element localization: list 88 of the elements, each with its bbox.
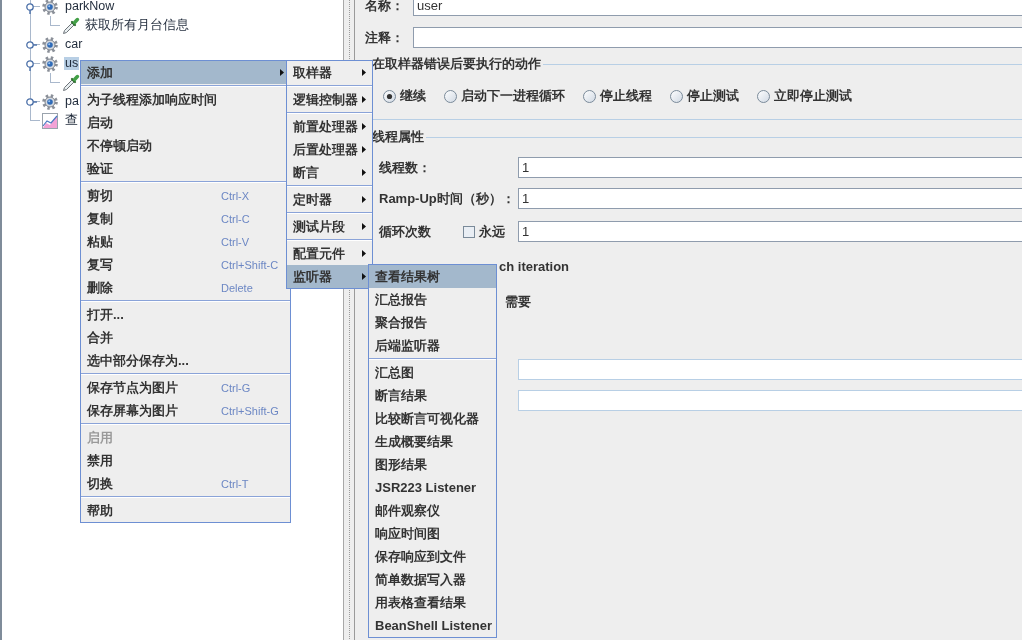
tree-node-label[interactable]: car	[64, 38, 84, 51]
menu-item[interactable]: 帮助	[81, 499, 290, 522]
radio-button[interactable]	[383, 89, 396, 103]
checkbox-label[interactable]: 永远	[479, 223, 505, 240]
radio-label[interactable]: 启动下一进程循环	[461, 88, 565, 104]
menu-item[interactable]: 删除 Delete	[81, 276, 290, 299]
menu-item[interactable]: 图形结果	[369, 453, 496, 476]
field-label: Ramp-Up时间（秒）：	[379, 190, 515, 207]
radio-label[interactable]: 停止测试	[687, 88, 739, 104]
menu-item[interactable]: 断言	[287, 161, 372, 184]
menu-item[interactable]: 前置处理器	[287, 115, 372, 138]
menu-item[interactable]: 测试片段	[287, 215, 372, 238]
menu-item[interactable]: 为子线程添加响应时间	[81, 88, 290, 111]
tree-node-label[interactable]: pa	[64, 95, 80, 108]
menu-item[interactable]: 切换 Ctrl-T	[81, 472, 290, 495]
menu-item[interactable]: 后置处理器	[287, 138, 372, 161]
option-label: 需要	[505, 294, 531, 310]
text-field[interactable]	[413, 27, 1022, 48]
expand-handle-icon[interactable]	[26, 40, 37, 52]
tree-node-label[interactable]: parkNow	[64, 0, 116, 13]
menu-item[interactable]: 聚合报告	[369, 311, 496, 334]
pipette-icon	[62, 16, 80, 35]
tree-node-label[interactable]: 获取所有月台信息	[84, 19, 190, 32]
menu-item[interactable]: 汇总图	[369, 361, 496, 384]
chart-icon	[42, 112, 58, 129]
menu-item[interactable]: 不停顿启动	[81, 134, 290, 157]
menu-item[interactable]: 禁用	[81, 449, 290, 472]
gear-icon	[42, 55, 58, 72]
menu-item[interactable]: 定时器	[287, 188, 372, 211]
menu-item[interactable]: 简单数据写入器	[369, 568, 496, 591]
menu-item[interactable]: 合并	[81, 326, 290, 349]
menu-item[interactable]: 复写 Ctrl+Shift-C	[81, 253, 290, 276]
menu-item[interactable]: 断言结果	[369, 384, 496, 407]
text-field[interactable]: user	[413, 0, 1022, 16]
menu-item[interactable]: 打开...	[81, 303, 290, 326]
shortcut-label: Ctrl-T	[221, 477, 249, 490]
menu-item[interactable]: 生成概要结果	[369, 430, 496, 453]
gear-icon	[42, 93, 58, 110]
menu-item[interactable]: 比较断言可视化器	[369, 407, 496, 430]
menu-item[interactable]: 邮件观察仪	[369, 499, 496, 522]
radio-button[interactable]	[444, 89, 457, 103]
menu-item[interactable]: 查看结果树	[369, 265, 496, 288]
expand-handle-icon[interactable]	[26, 59, 37, 71]
menu-item[interactable]: 逻辑控制器	[287, 88, 372, 111]
menu-item[interactable]: 用表格查看结果	[369, 591, 496, 614]
shortcut-label: Ctrl-C	[221, 212, 250, 225]
expand-handle-icon[interactable]	[26, 97, 37, 109]
menu-item[interactable]: 启动	[81, 111, 290, 134]
shortcut-label: Ctrl-X	[221, 189, 250, 202]
field-label: 注释：	[365, 29, 404, 46]
shortcut-label: Delete	[221, 281, 253, 294]
option-label: ch iteration	[499, 259, 570, 275]
radio-button[interactable]	[757, 89, 770, 103]
menu-item[interactable]: 选中部分保存为...	[81, 349, 290, 372]
shortcut-label: Ctrl-V	[221, 235, 250, 248]
menu-item[interactable]: 汇总报告	[369, 288, 496, 311]
menu-item[interactable]: 响应时间图	[369, 522, 496, 545]
menu-item[interactable]: 保存响应到文件	[369, 545, 496, 568]
menu-item[interactable]: 复制 Ctrl-C	[81, 207, 290, 230]
menu-item[interactable]: 保存节点为图片 Ctrl-G	[81, 376, 290, 399]
text-field[interactable]: 1	[518, 188, 1022, 209]
menu-item[interactable]: 取样器	[287, 61, 372, 84]
menu-item[interactable]: JSR223 Listener	[369, 476, 496, 499]
radio-label[interactable]: 停止线程	[600, 88, 652, 104]
shortcut-label: Ctrl+Shift-G	[221, 404, 279, 417]
text-field[interactable]: 1	[518, 221, 1022, 242]
text-field[interactable]: 1	[518, 157, 1022, 178]
shortcut-label: Ctrl-G	[221, 381, 251, 394]
menu-item[interactable]: 验证	[81, 157, 290, 180]
menu-item[interactable]: 粘贴 Ctrl-V	[81, 230, 290, 253]
tree-node-label[interactable]: 查	[64, 114, 79, 127]
radio-label[interactable]: 继续	[400, 88, 426, 104]
expand-handle-icon[interactable]	[26, 2, 37, 14]
menu-item[interactable]: 配置元件	[287, 242, 372, 265]
gear-icon	[42, 36, 58, 53]
field-label: 线程数：	[379, 159, 431, 176]
menu-item[interactable]: 后端监听器	[369, 334, 496, 357]
radio-label[interactable]: 立即停止测试	[774, 88, 852, 104]
radio-button[interactable]	[670, 89, 683, 103]
menu-item[interactable]: BeanShell Listener	[369, 614, 496, 637]
menu-item[interactable]: 剪切 Ctrl-X	[81, 184, 290, 207]
menu-item[interactable]: 保存屏幕为图片 Ctrl+Shift-G	[81, 399, 290, 422]
radio-button[interactable]	[583, 89, 596, 103]
checkbox[interactable]	[463, 225, 475, 238]
shortcut-label: Ctrl+Shift-C	[221, 258, 279, 271]
field-label: 循环次数	[379, 223, 431, 240]
tree-node-label[interactable]: us	[64, 57, 80, 70]
group-title: 在取样器错误后要执行的动作	[371, 56, 542, 72]
